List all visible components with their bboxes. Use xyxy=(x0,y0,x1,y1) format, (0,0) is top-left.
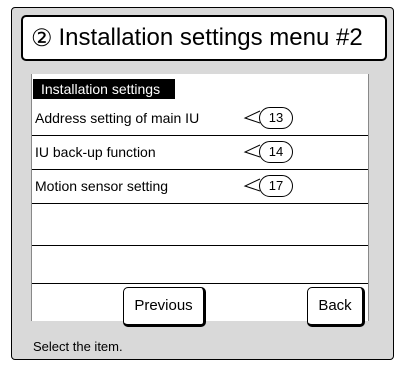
menu-item-empty[interactable] xyxy=(32,204,368,246)
page-reference-number: 17 xyxy=(259,175,293,197)
menu-item-motion-sensor[interactable]: Motion sensor setting 17 xyxy=(32,170,368,204)
previous-button[interactable]: Previous xyxy=(123,287,206,327)
page-title: ② Installation settings menu #2 xyxy=(21,15,387,61)
menu-item-iu-backup[interactable]: IU back-up function 14 xyxy=(32,136,368,170)
menu-item-address-setting[interactable]: Address setting of main IU 13 xyxy=(32,102,368,136)
menu-item-label: Motion sensor setting xyxy=(35,178,169,194)
menu-item-label: Address setting of main IU xyxy=(35,110,200,126)
back-button[interactable]: Back xyxy=(307,287,365,327)
menu-item-label: IU back-up function xyxy=(35,144,156,160)
page-reference-callout: 13 xyxy=(242,107,298,129)
step-number: ② xyxy=(31,24,53,52)
page-reference-number: 14 xyxy=(259,141,293,163)
status-message: Select the item. xyxy=(33,339,123,354)
page-title-text: Installation settings menu #2 xyxy=(58,24,363,51)
section-header: Installation settings xyxy=(33,79,175,99)
menu-item-empty[interactable] xyxy=(32,246,368,284)
page-reference-callout: 17 xyxy=(242,175,298,197)
page-reference-number: 13 xyxy=(259,107,293,129)
page-reference-callout: 14 xyxy=(242,141,298,163)
